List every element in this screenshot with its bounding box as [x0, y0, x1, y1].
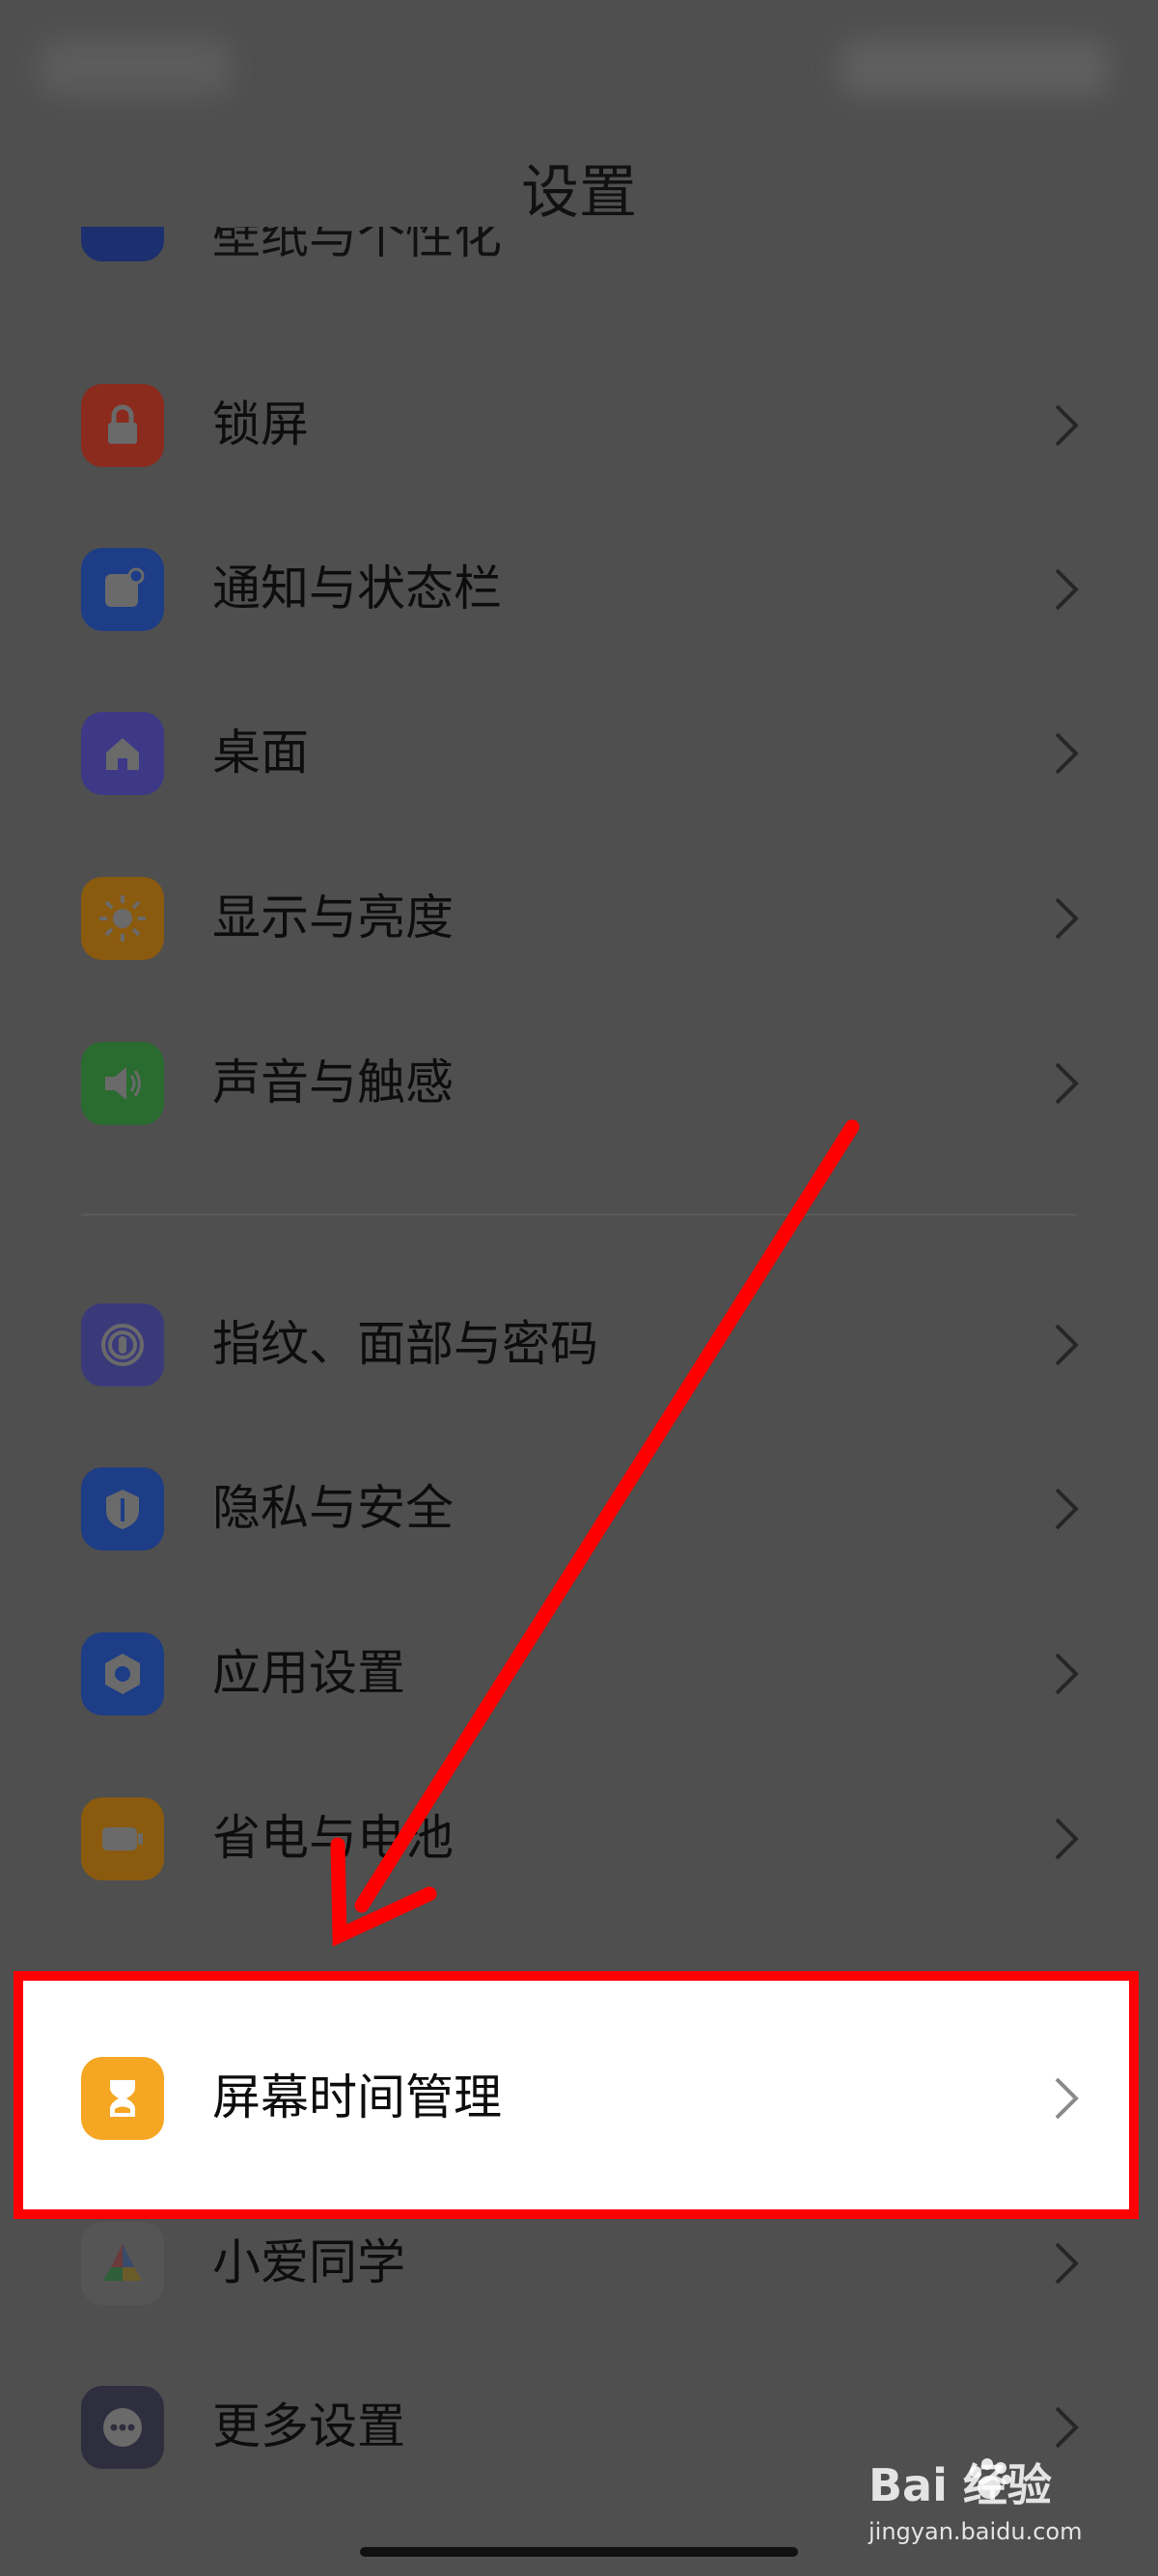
settings-item-desktop[interactable]: 桌面: [0, 680, 1158, 825]
home-icon: [81, 712, 164, 795]
chevron-right-icon: [1055, 1062, 1079, 1105]
chevron-right-icon: [1055, 732, 1079, 775]
settings-item-label: 通知与状态栏: [212, 561, 502, 617]
settings-item-fingerprint[interactable]: 指纹、面部与密码: [0, 1272, 1158, 1416]
settings-item-battery[interactable]: 省电与电池: [0, 1766, 1158, 1910]
hourglass-icon: [81, 2057, 164, 2140]
settings-item-label: 锁屏: [212, 397, 309, 452]
settings-item-label: 显示与亮度: [212, 890, 454, 945]
page-title: 设置: [521, 159, 637, 227]
settings-item-label: 指纹、面部与密码: [212, 1316, 598, 1372]
home-indicator[interactable]: [360, 2547, 798, 2557]
chevron-right-icon: [1055, 1324, 1079, 1366]
watermark-url: jingyan.baidu.com: [868, 2518, 1083, 2545]
settings-item-label: 应用设置: [212, 1645, 405, 1701]
list-item-label: 壁纸与个性化: [212, 227, 502, 264]
fingerprint-icon: [81, 1303, 164, 1386]
settings-item-xiaoai[interactable]: 小爱同学: [0, 2190, 1158, 2335]
settings-item-label: 隐私与安全: [212, 1480, 454, 1536]
settings-item-label: 桌面: [212, 725, 309, 781]
settings-item-display[interactable]: 显示与亮度: [0, 845, 1158, 990]
more-dots-icon: [81, 2386, 164, 2469]
settings-item-notifications[interactable]: 通知与状态栏: [0, 516, 1158, 661]
settings-item-label: 屏幕时间管理: [212, 2069, 502, 2125]
chevron-right-icon: [1055, 404, 1079, 447]
section-divider: [81, 1214, 1077, 1216]
settings-item-app-settings[interactable]: 应用设置: [0, 1601, 1158, 1745]
settings-item-label: 小爱同学: [212, 2234, 405, 2290]
chevron-right-icon: [1055, 1653, 1079, 1695]
chevron-right-icon: [1055, 1818, 1079, 1860]
palette-icon: [81, 227, 164, 261]
status-bar-left-blurred: [39, 39, 232, 96]
chevron-right-icon: [1055, 568, 1079, 611]
chevron-right-icon: [1055, 897, 1079, 940]
settings-item-sound[interactable]: 声音与触感: [0, 1010, 1158, 1155]
hexagon-gear-icon: [81, 1632, 164, 1715]
xiaoai-icon: [81, 2222, 164, 2305]
settings-item-label: 更多设置: [212, 2398, 405, 2454]
baidu-paw-icon: [970, 2458, 1011, 2499]
sun-icon: [81, 877, 164, 960]
chevron-right-icon: [1055, 2242, 1079, 2285]
settings-item-label: 声音与触感: [212, 1055, 454, 1110]
list-item-partial[interactable]: 壁纸与个性化: [0, 227, 1158, 294]
chevron-right-icon: [1055, 2077, 1079, 2120]
shield-icon: [81, 1467, 164, 1550]
notification-icon: [81, 548, 164, 631]
baidu-watermark: Bai 经验 jingyan.baidu.com: [868, 2451, 1129, 2566]
chevron-right-icon: [1055, 2406, 1079, 2449]
battery-icon: [81, 1797, 164, 1880]
chevron-right-icon: [1055, 1488, 1079, 1530]
settings-item-screen-time[interactable]: 屏幕时间管理: [0, 2025, 1158, 2170]
settings-item-label: 省电与电池: [212, 1810, 454, 1866]
status-bar: [0, 0, 1158, 145]
status-bar-right-blurred: [840, 39, 1110, 96]
settings-item-lock-screen[interactable]: 锁屏: [0, 352, 1158, 497]
settings-item-privacy[interactable]: 隐私与安全: [0, 1436, 1158, 1580]
lock-icon: [81, 384, 164, 467]
speaker-icon: [81, 1042, 164, 1125]
